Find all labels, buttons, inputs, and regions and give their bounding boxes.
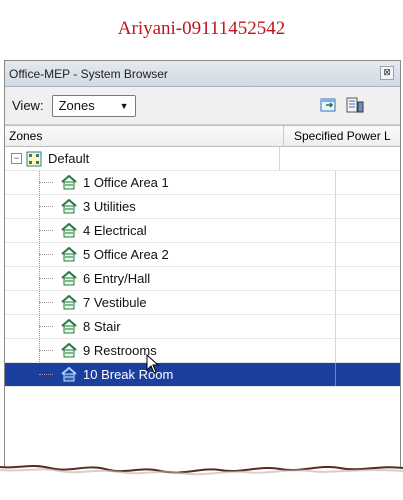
column-header-row: Zones Specified Power L <box>5 125 400 147</box>
zone-house-icon <box>61 271 77 286</box>
properties-icon[interactable] <box>346 97 364 113</box>
mouse-pointer-icon <box>146 354 160 374</box>
watermark-text: Ariyani-09111452542 <box>117 18 286 39</box>
zones-column-header[interactable]: Zones <box>5 126 284 146</box>
tree-branch-line <box>39 326 53 327</box>
tree-branch-line <box>39 230 53 231</box>
view-dropdown-value: Zones <box>58 98 95 113</box>
zone-label: 1 Office Area 1 <box>83 175 169 190</box>
zone-house-icon <box>61 175 77 190</box>
zone-house-icon <box>61 319 77 334</box>
zone-house-icon <box>61 343 77 358</box>
zone-row[interactable]: 6 Entry/Hall <box>5 267 400 291</box>
tree-branch-line <box>39 350 53 351</box>
collapse-toggle[interactable]: − <box>11 153 22 164</box>
zone-house-icon <box>61 295 77 310</box>
zone-row[interactable]: 3 Utilities <box>5 195 400 219</box>
zone-label: 3 Utilities <box>83 199 136 214</box>
column-settings-icon[interactable] <box>320 97 338 113</box>
zone-row[interactable]: 7 Vestibule <box>5 291 400 315</box>
zone-label: 4 Electrical <box>83 223 147 238</box>
view-label: View: <box>12 98 44 113</box>
zone-house-icon <box>61 367 77 382</box>
building-icon <box>26 151 42 166</box>
zone-row[interactable]: 4 Electrical <box>5 219 400 243</box>
zone-row-selected[interactable]: 10 Break Room <box>5 363 400 387</box>
zone-label: 5 Office Area 2 <box>83 247 169 262</box>
zone-row[interactable]: 1 Office Area 1 <box>5 171 400 195</box>
toolbar: View: Zones ▼ <box>5 87 400 125</box>
chevron-down-icon: ▼ <box>119 100 129 111</box>
zone-label: 7 Vestibule <box>83 295 147 310</box>
zone-house-icon <box>61 247 77 262</box>
tree-root-row[interactable]: − Default <box>5 147 400 171</box>
tree-branch-line <box>39 374 53 375</box>
window-title: Office-MEP - System Browser <box>9 66 168 81</box>
system-browser-window: Office-MEP - System Browser ⊠ View: Zone… <box>4 60 401 500</box>
zone-row[interactable]: 9 Restrooms <box>5 339 400 363</box>
zone-house-icon <box>61 223 77 238</box>
torn-paper-edge <box>0 465 403 500</box>
zone-row[interactable]: 5 Office Area 2 <box>5 243 400 267</box>
tree-branch-line <box>39 302 53 303</box>
tree-root-label: Default <box>48 151 90 166</box>
zone-row[interactable]: 8 Stair <box>5 315 400 339</box>
specified-power-column-header[interactable]: Specified Power L <box>284 126 400 146</box>
zone-tree: − Default 1 Office Area 1 3 Utilities 4 … <box>5 147 400 500</box>
title-bar[interactable]: Office-MEP - System Browser ⊠ <box>5 60 400 87</box>
zone-label: 6 Entry/Hall <box>83 271 151 286</box>
tree-branch-line <box>39 206 53 207</box>
close-button[interactable]: ⊠ <box>380 66 394 80</box>
tree-branch-line <box>39 254 53 255</box>
tree-branch-line <box>39 182 53 183</box>
view-dropdown[interactable]: Zones ▼ <box>51 94 136 117</box>
zone-label: 8 Stair <box>83 319 121 334</box>
zone-house-icon <box>61 199 77 214</box>
tree-branch-line <box>39 278 53 279</box>
